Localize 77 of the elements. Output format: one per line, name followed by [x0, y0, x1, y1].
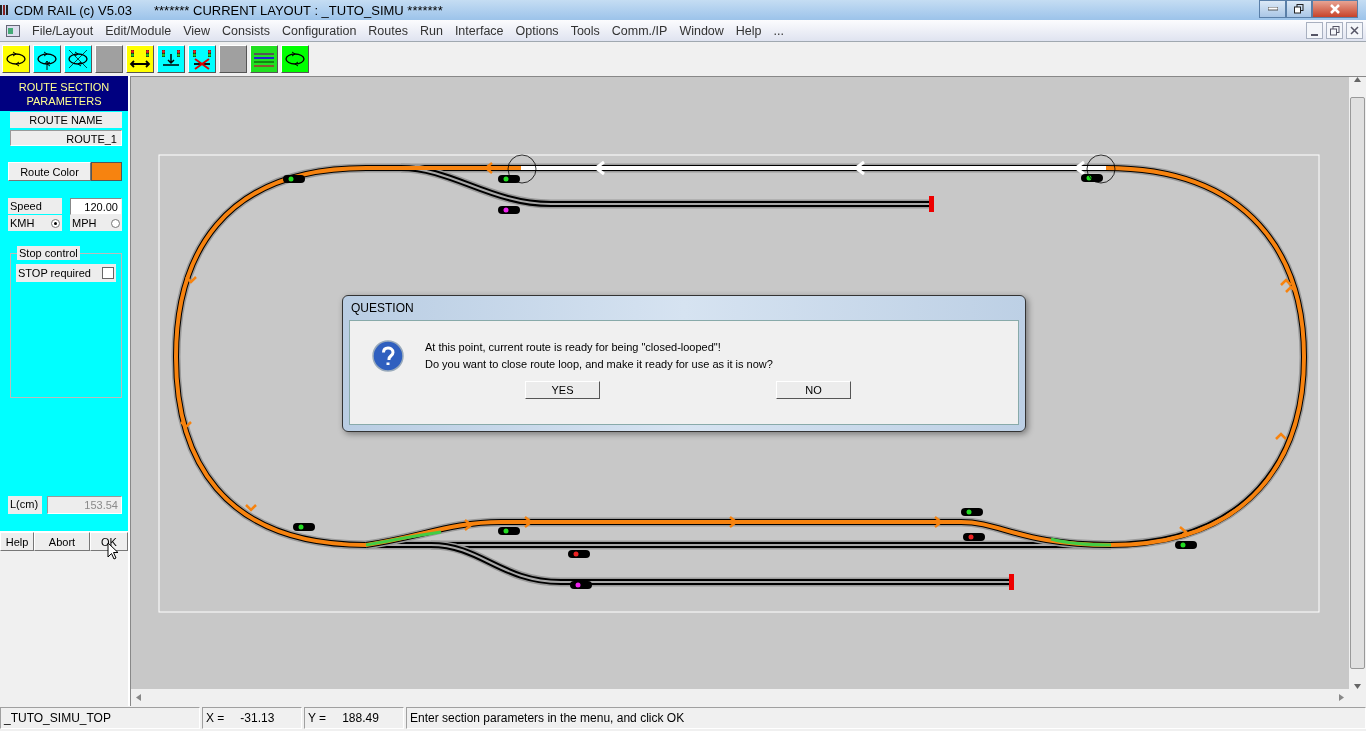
x-coordinate-value: -31.13 [240, 711, 275, 725]
menu-item[interactable]: Edit/Module [99, 23, 178, 38]
panel-button[interactable]: Help [0, 532, 34, 551]
menu-item[interactable]: Configuration [276, 23, 363, 38]
y-coordinate-label: Y = [308, 711, 327, 725]
dialog-button[interactable]: YES [525, 381, 600, 399]
signals-icon [191, 48, 213, 70]
menu-item[interactable]: Run [413, 23, 449, 38]
close-button[interactable] [1346, 22, 1363, 39]
menu-item[interactable]: Tools [564, 23, 606, 38]
minimize-button[interactable] [1306, 22, 1323, 39]
minimize-icon [1311, 33, 1318, 36]
close-icon [1350, 26, 1359, 35]
route-name-label: ROUTE NAME [10, 112, 122, 128]
question-icon [371, 340, 404, 372]
loop-cross-icon [67, 48, 89, 70]
menu-item[interactable]: Routes [362, 23, 414, 38]
scroll-left-icon[interactable] [136, 694, 141, 701]
y-coordinate-value: 188.49 [342, 711, 379, 725]
route-name-field[interactable]: ROUTE_1 [10, 130, 122, 146]
checkbox-label: STOP required [18, 267, 91, 279]
dialog-title: QUESTION [350, 300, 415, 317]
restore-icon [1294, 4, 1304, 14]
restore-button[interactable] [1286, 0, 1312, 18]
speed-label: Speed [8, 198, 62, 214]
radio-button[interactable] [51, 218, 60, 228]
scroll-right-icon[interactable] [1339, 694, 1344, 701]
menu-item[interactable]: Options [509, 23, 565, 38]
close-icon [1330, 4, 1340, 14]
close-button[interactable] [1312, 0, 1358, 18]
menu-item[interactable]: Help [729, 23, 768, 38]
layout-title: ******* CURRENT LAYOUT : _TUTO_SIMU ******* [154, 2, 443, 18]
panel-title: ROUTE SECTION PARAMETERS [0, 76, 128, 111]
menu-item[interactable]: ... [767, 23, 790, 38]
app-icon [0, 4, 10, 16]
route-color-button[interactable]: Route Color [8, 162, 91, 181]
layout-name: _TUTO_SIMU_TOP [0, 707, 200, 729]
menu-item[interactable]: File/Layout [26, 23, 100, 38]
signals-icon [129, 48, 151, 70]
dialog-message: At this point, current route is ready for being "closed-looped"! [425, 340, 722, 355]
checkbox[interactable] [102, 267, 114, 279]
radio-button[interactable] [111, 218, 120, 228]
toolbar-button[interactable] [219, 45, 247, 73]
color-swatch[interactable] [91, 162, 122, 181]
group-title: Stop control [17, 246, 80, 260]
status-message: Enter section parameters in the menu, and click OK [406, 707, 1366, 729]
toolbar-button[interactable] [2, 45, 30, 73]
speed-field[interactable]: 120.00 [70, 198, 122, 215]
restore-button[interactable] [1326, 22, 1343, 39]
toolbar-button[interactable] [95, 45, 123, 73]
toolbar-button[interactable] [157, 45, 185, 73]
menu-item[interactable]: Comm./IP [605, 23, 674, 38]
length-label: L(cm) [8, 496, 42, 514]
document-icon [6, 24, 20, 37]
unit-label: KMH [10, 215, 35, 231]
menu-item[interactable]: Window [673, 23, 730, 38]
restore-icon [1329, 25, 1340, 36]
menu-item[interactable]: Interface [448, 23, 510, 38]
menu-item[interactable]: Consists [216, 23, 276, 38]
toolbar-button[interactable] [33, 45, 61, 73]
dialog-button[interactable]: NO [776, 381, 851, 399]
menu-item[interactable]: View [177, 23, 217, 38]
toolbar-button[interactable] [281, 45, 309, 73]
panel-button[interactable]: Abort [34, 532, 90, 551]
unit-label: MPH [72, 215, 97, 231]
app-title: CDM RAIL (c) V5.03 [14, 2, 132, 18]
length-field: 153.54 [47, 496, 122, 514]
minimize-icon [1267, 7, 1278, 11]
panel-button[interactable]: OK [90, 532, 128, 551]
scroll-down-icon[interactable] [1354, 684, 1361, 689]
x-coordinate-label: X = [206, 711, 225, 725]
toolbar-button[interactable] [250, 45, 278, 73]
toolbar-button[interactable] [126, 45, 154, 73]
toolbar-button[interactable] [64, 45, 92, 73]
vertical-scrollbar[interactable] [1349, 77, 1366, 689]
dialog-message: Do you want to close route loop, and make it ready for use as it is now? [425, 357, 774, 372]
toolbar-button[interactable] [188, 45, 216, 73]
